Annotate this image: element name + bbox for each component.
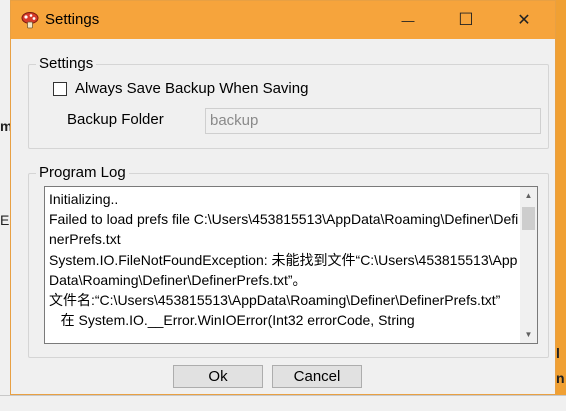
scroll-down-icon[interactable]: ▼ <box>520 326 537 343</box>
background-text-fragment: l <box>556 345 560 361</box>
backup-folder-input[interactable]: backup <box>205 108 541 134</box>
always-save-backup-row[interactable]: Always Save Backup When Saving <box>53 80 308 97</box>
minimize-icon: — <box>401 12 415 28</box>
program-log-text: Initializing.. Failed to load prefs file… <box>49 191 519 329</box>
maximize-button[interactable]: ☐ <box>443 1 489 39</box>
background-text-fragment: n <box>556 370 565 386</box>
settings-dialog: Settings — ☐ ✕ Settings Always Save Back… <box>10 0 556 395</box>
settings-group-label: Settings <box>36 55 97 72</box>
always-save-backup-checkbox[interactable] <box>53 81 67 96</box>
log-scrollbar[interactable]: ▲ ▼ <box>520 187 537 343</box>
window-title: Settings <box>45 11 100 28</box>
cancel-button[interactable]: Cancel <box>272 365 362 388</box>
scroll-up-icon[interactable]: ▲ <box>520 187 537 204</box>
program-log-textbox[interactable]: Initializing.. Failed to load prefs file… <box>44 186 538 344</box>
title-bar[interactable]: Settings — ☐ ✕ <box>11 1 555 39</box>
ok-button[interactable]: Ok <box>173 365 263 388</box>
background-app-bottom <box>0 395 566 411</box>
close-icon: ✕ <box>517 12 531 29</box>
settings-group: Settings Always Save Backup When Saving … <box>28 55 549 149</box>
close-button[interactable]: ✕ <box>501 1 547 39</box>
program-log-label: Program Log <box>36 164 129 181</box>
backup-folder-label: Backup Folder <box>67 111 164 128</box>
minimize-button[interactable]: — <box>385 1 431 39</box>
background-text-fragment: E <box>0 212 10 228</box>
maximize-icon: ☐ <box>458 10 474 29</box>
scrollbar-thumb[interactable] <box>522 207 535 230</box>
always-save-backup-label[interactable]: Always Save Backup When Saving <box>75 80 308 97</box>
app-icon <box>21 12 39 29</box>
background-app-left <box>0 0 10 411</box>
program-log-group: Program Log Initializing.. Failed to loa… <box>28 164 549 358</box>
